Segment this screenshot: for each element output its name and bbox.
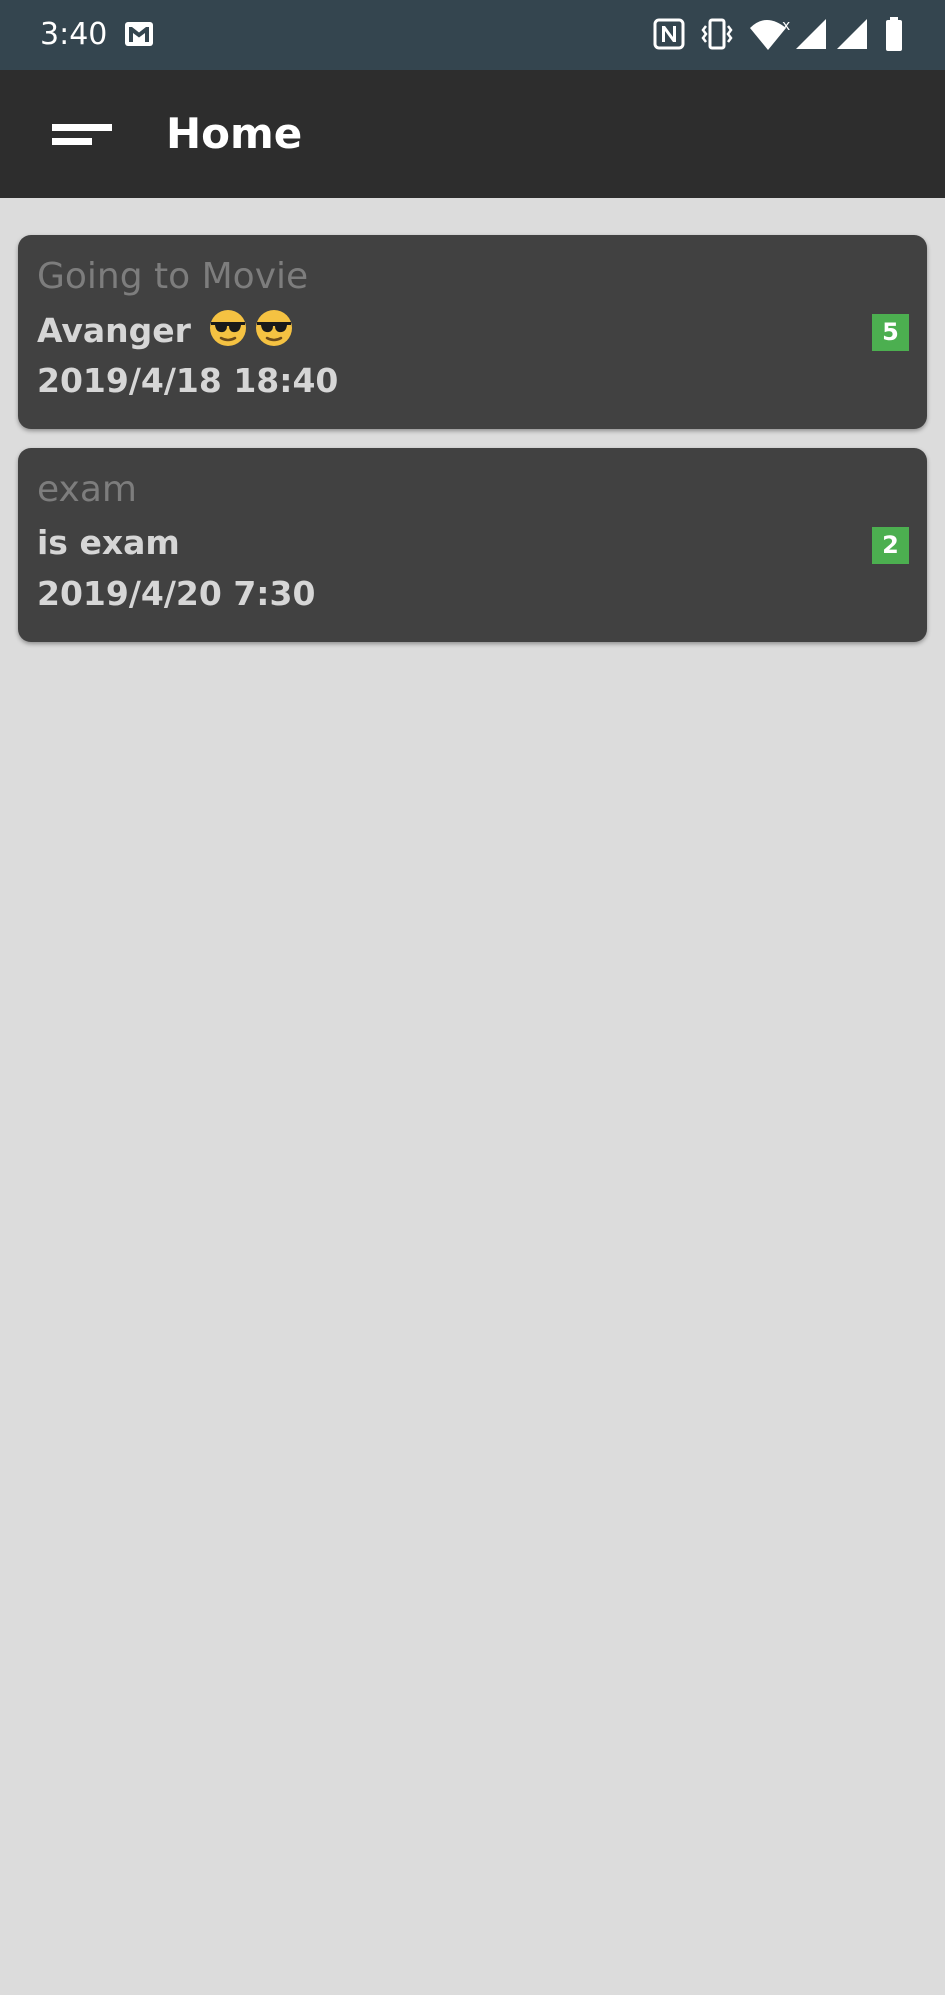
signal-icon [837, 19, 867, 49]
count-badge: 5 [872, 314, 909, 351]
event-card[interactable]: Going to Movie Avanger 2019/4/18 18:40 5 [18, 235, 927, 429]
event-datetime: 2019/4/20 7:30 [37, 574, 316, 613]
status-bar: 3:40 x [0, 0, 945, 70]
menu-button[interactable] [32, 94, 112, 174]
vibrate-icon [701, 18, 733, 50]
event-title: exam [37, 469, 137, 510]
signal-icon [796, 19, 826, 49]
wifi-icon: x [750, 18, 790, 50]
status-time: 3:40 [40, 17, 108, 52]
battery-icon [886, 17, 902, 51]
nfc-icon [653, 18, 685, 50]
page-title: Home [166, 109, 303, 158]
event-description: is exam [37, 523, 180, 562]
sort-menu-icon [52, 124, 112, 131]
event-description: Avanger [37, 311, 191, 350]
app-bar: Home [0, 70, 945, 198]
count-badge: 2 [872, 527, 909, 564]
sunglasses-face-icon [256, 310, 293, 346]
sunglasses-face-icon [210, 310, 247, 346]
svg-text:x: x [782, 18, 790, 34]
gmail-icon [125, 22, 153, 46]
event-card[interactable]: exam is exam 2019/4/20 7:30 2 [18, 448, 927, 642]
event-datetime: 2019/4/18 18:40 [37, 361, 339, 400]
event-title: Going to Movie [37, 256, 309, 297]
event-list: Going to Movie Avanger 2019/4/18 18:40 5… [18, 235, 927, 661]
sort-menu-icon-bar [52, 138, 92, 145]
event-description-row: Avanger [37, 308, 294, 353]
